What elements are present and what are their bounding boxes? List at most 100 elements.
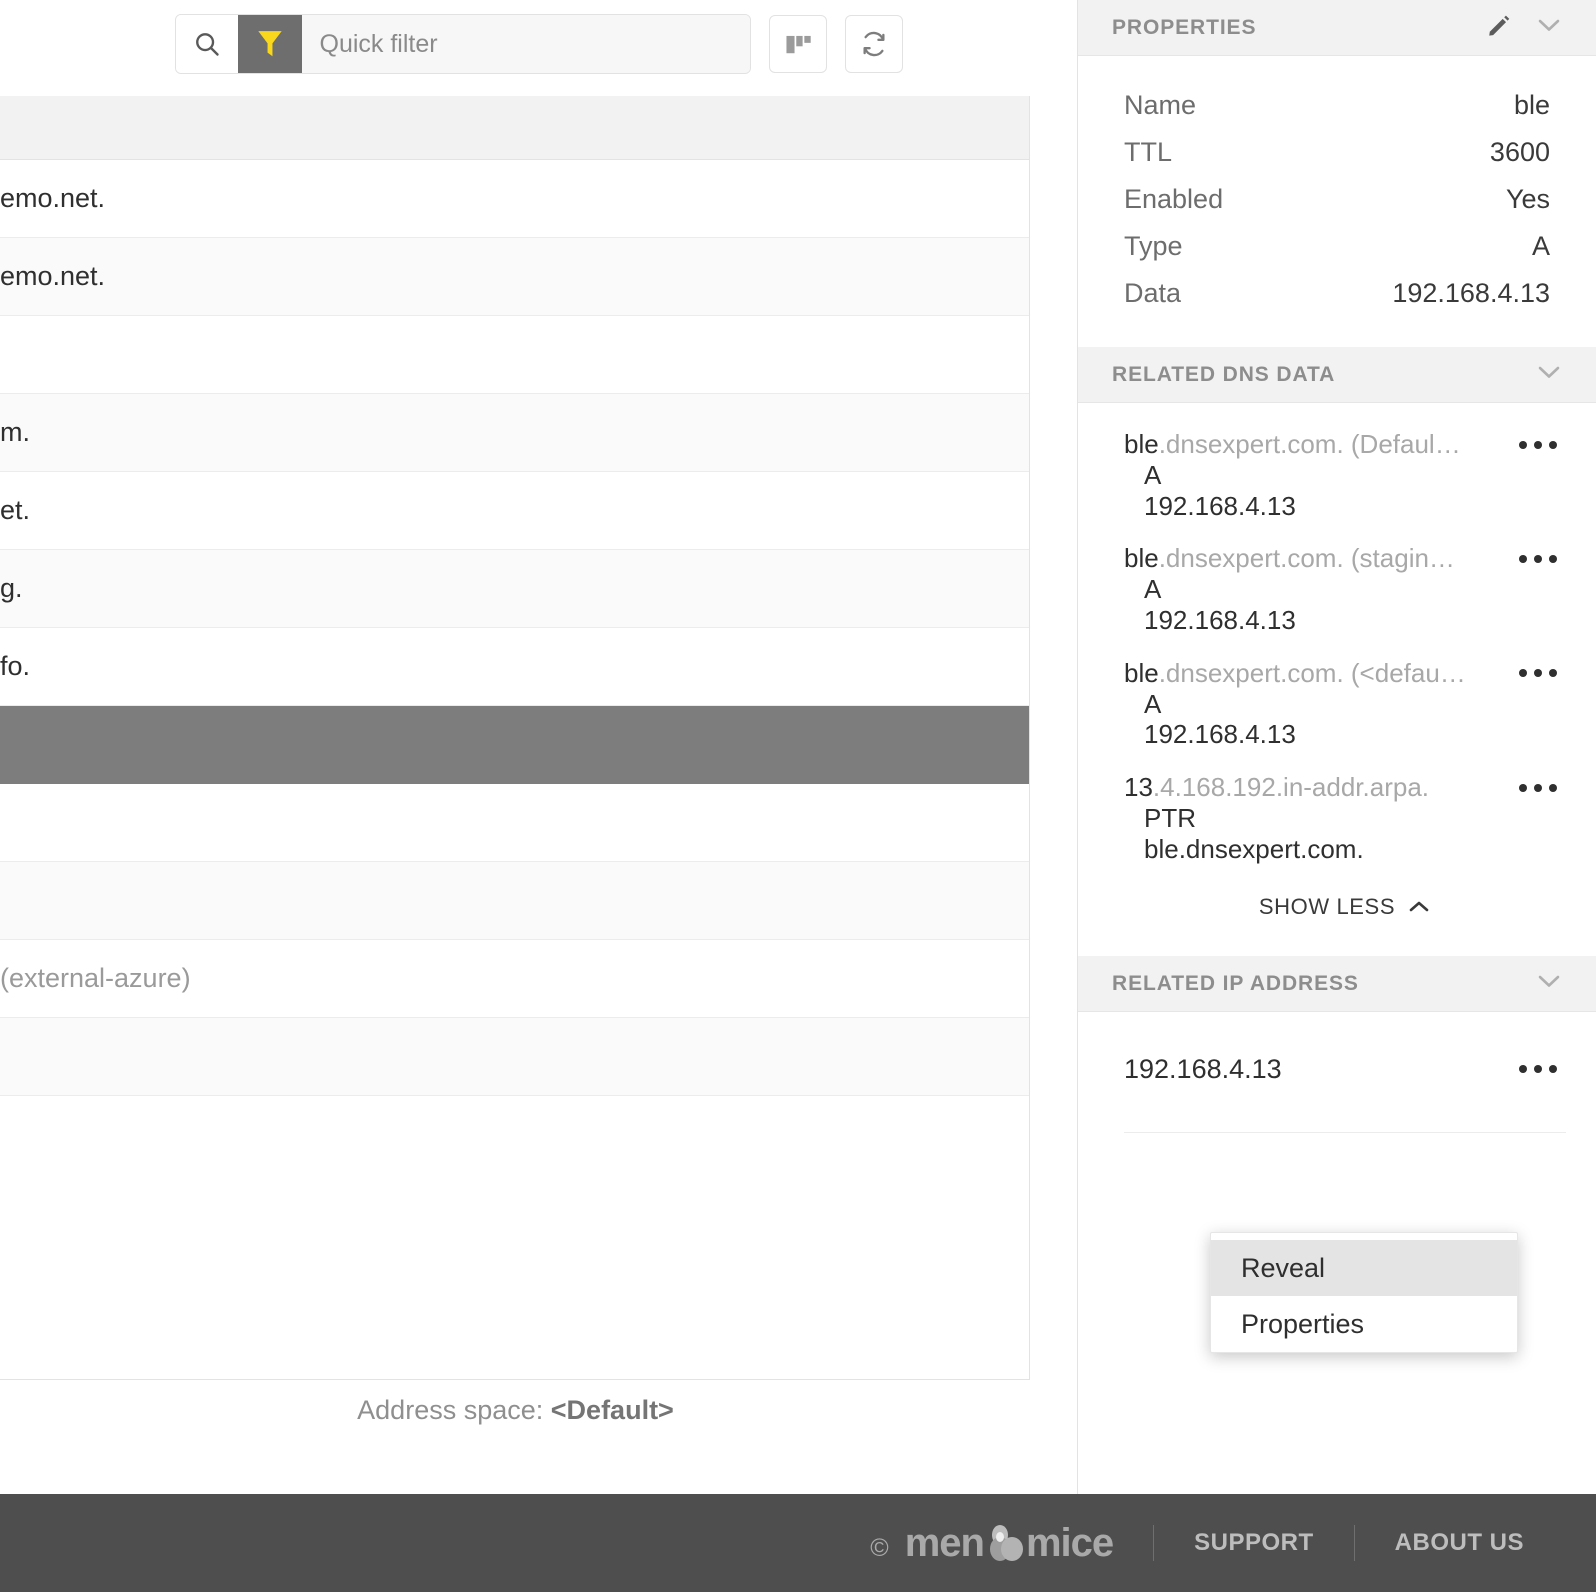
- address-space-label: Address space:: [357, 1395, 544, 1425]
- context-menu-item-label: Properties: [1241, 1308, 1365, 1339]
- brand-name: men mice: [904, 1521, 1114, 1565]
- dns-record-header: ble.dnsexpert.com. (Defaul…: [1124, 429, 1566, 460]
- kebab-menu-icon[interactable]: [1510, 440, 1566, 449]
- list-item[interactable]: ble.dnsexpert.com. (<defau… A 192.168.4.…: [1124, 658, 1566, 750]
- list-item[interactable]: ble.dnsexpert.com. (stagin… A 192.168.4.…: [1124, 543, 1566, 635]
- related-dns-header-actions: [1534, 362, 1564, 387]
- property-row: Type A: [1124, 231, 1550, 278]
- main-pane: emo.net. emo.net. m. et. g. fo. (externa…: [0, 0, 1077, 1494]
- table-row[interactable]: [0, 316, 1029, 394]
- chevron-down-icon[interactable]: [1534, 15, 1564, 40]
- table-row[interactable]: m.: [0, 394, 1029, 472]
- dns-record-header: ble.dnsexpert.com. (stagin…: [1124, 543, 1566, 574]
- quick-filter-box: [174, 14, 751, 74]
- property-value: A: [1531, 231, 1550, 261]
- brand-logo: © men mice: [870, 1521, 1114, 1565]
- dns-record-name-bold: ble: [1124, 657, 1159, 688]
- record-scope: (external-azure): [0, 963, 191, 993]
- table-row[interactable]: g.: [0, 550, 1029, 628]
- context-menu-item-reveal[interactable]: Reveal: [1211, 1240, 1517, 1296]
- related-dns-title: RELATED DNS DATA: [1112, 362, 1336, 386]
- record-name: fo.: [0, 651, 31, 681]
- dns-record-name-rest: .dnsexpert.com. (<defau…: [1158, 657, 1466, 688]
- table-row[interactable]: emo.net.: [0, 160, 1029, 238]
- brand-name-part2: mice: [1025, 1521, 1114, 1565]
- record-name: g.: [0, 573, 23, 603]
- context-menu: Reveal Properties: [1210, 1232, 1518, 1353]
- refresh-icon[interactable]: [844, 15, 903, 73]
- table-row-selected[interactable]: [0, 706, 1029, 784]
- table-row[interactable]: [0, 1018, 1029, 1096]
- property-value: 192.168.4.13: [1392, 278, 1550, 308]
- page-title: PROPERTIES: [1112, 15, 1257, 39]
- search-icon[interactable]: [175, 15, 238, 73]
- show-less-label: SHOW LESS: [1258, 894, 1396, 920]
- property-row: Data 192.168.4.13: [1124, 278, 1550, 325]
- address-space-value: <Default>: [550, 1395, 674, 1425]
- dns-management-app: emo.net. emo.net. m. et. g. fo. (externa…: [0, 0, 1596, 1592]
- related-dns-section-header: RELATED DNS DATA: [1078, 347, 1596, 403]
- mice-dot-icon: [984, 1523, 1026, 1563]
- table-row[interactable]: emo.net.: [0, 238, 1029, 316]
- property-value: Yes: [1505, 184, 1550, 214]
- dns-record-type: PTR: [1144, 803, 1196, 834]
- divider: [1124, 1132, 1566, 1134]
- chevron-down-icon[interactable]: [1534, 362, 1564, 387]
- support-link[interactable]: SUPPORT: [1194, 1529, 1314, 1557]
- dns-record-data: 192.168.4.13: [1144, 490, 1296, 521]
- divider: [1353, 1525, 1355, 1561]
- ip-address-value: 192.168.4.13: [1124, 1053, 1282, 1084]
- list-item[interactable]: 13.4.168.192.in-addr.arpa. PTR ble.dnsex…: [1124, 772, 1566, 864]
- related-ip-list: 192.168.4.13: [1078, 1012, 1596, 1134]
- related-ip-title: RELATED IP ADDRESS: [1112, 971, 1359, 995]
- dns-record-name-rest: .dnsexpert.com. (stagin…: [1158, 543, 1455, 574]
- table-row[interactable]: [0, 784, 1029, 862]
- dns-record-data: 192.168.4.13: [1144, 719, 1296, 750]
- chevron-down-icon[interactable]: [1534, 971, 1564, 996]
- kebab-menu-icon[interactable]: [1510, 783, 1566, 792]
- columns-icon[interactable]: [768, 15, 827, 73]
- property-value: 3600: [1489, 137, 1550, 167]
- brand-name-part1: men: [904, 1521, 985, 1565]
- funnel-icon[interactable]: [237, 15, 302, 73]
- list-item[interactable]: 192.168.4.13: [1124, 1042, 1566, 1096]
- dns-record-header: ble.dnsexpert.com. (<defau…: [1124, 658, 1566, 689]
- table-header-row: [0, 96, 1029, 160]
- dns-record-name: 13.4.168.192.in-addr.arpa.: [1124, 772, 1510, 803]
- property-key: TTL: [1124, 137, 1173, 167]
- pencil-icon[interactable]: [1486, 12, 1512, 43]
- toolbar: [0, 0, 1077, 88]
- copyright-symbol: ©: [870, 1534, 889, 1562]
- property-row: TTL 3600: [1124, 137, 1550, 184]
- table-row[interactable]: et.: [0, 472, 1029, 550]
- context-menu-item-label: Reveal: [1241, 1252, 1326, 1283]
- dns-record-name-bold: ble: [1124, 543, 1159, 574]
- table-row[interactable]: (external-azure): [0, 940, 1029, 1018]
- property-key: Type: [1124, 231, 1183, 261]
- about-us-link[interactable]: ABOUT US: [1395, 1529, 1524, 1557]
- list-item[interactable]: ble.dnsexpert.com. (Defaul… A 192.168.4.…: [1124, 429, 1566, 521]
- search-input[interactable]: [301, 15, 750, 73]
- property-key: Enabled: [1124, 184, 1224, 214]
- kebab-menu-icon[interactable]: [1510, 554, 1566, 563]
- dns-record-name-bold: ble: [1124, 429, 1159, 459]
- dns-record-type: A: [1144, 688, 1162, 719]
- details-panel: PROPERTIES Name ble TTL 3600 Enabled Yes…: [1077, 0, 1596, 1494]
- property-key: Data: [1124, 278, 1182, 308]
- show-less-button[interactable]: SHOW LESS: [1124, 886, 1566, 946]
- table-row[interactable]: fo.: [0, 628, 1029, 706]
- record-name: emo.net.: [0, 261, 106, 291]
- related-ip-section-header: RELATED IP ADDRESS: [1078, 956, 1596, 1013]
- dns-record-data: 192.168.4.13: [1144, 605, 1296, 636]
- dns-record-name-bold: 13: [1124, 772, 1153, 803]
- kebab-menu-icon[interactable]: [1510, 1065, 1566, 1074]
- dns-record-type: A: [1144, 574, 1162, 605]
- properties-list: Name ble TTL 3600 Enabled Yes Type A Dat…: [1078, 56, 1596, 347]
- context-menu-item-properties[interactable]: Properties: [1211, 1296, 1517, 1352]
- property-row: Enabled Yes: [1124, 184, 1550, 231]
- address-space-status: Address space: <Default>: [0, 1395, 1031, 1426]
- chevron-up-icon: [1407, 894, 1431, 920]
- kebab-menu-icon[interactable]: [1510, 669, 1566, 678]
- table-row[interactable]: [0, 862, 1029, 940]
- dns-record-name-rest: .4.168.192.in-addr.arpa.: [1152, 772, 1430, 803]
